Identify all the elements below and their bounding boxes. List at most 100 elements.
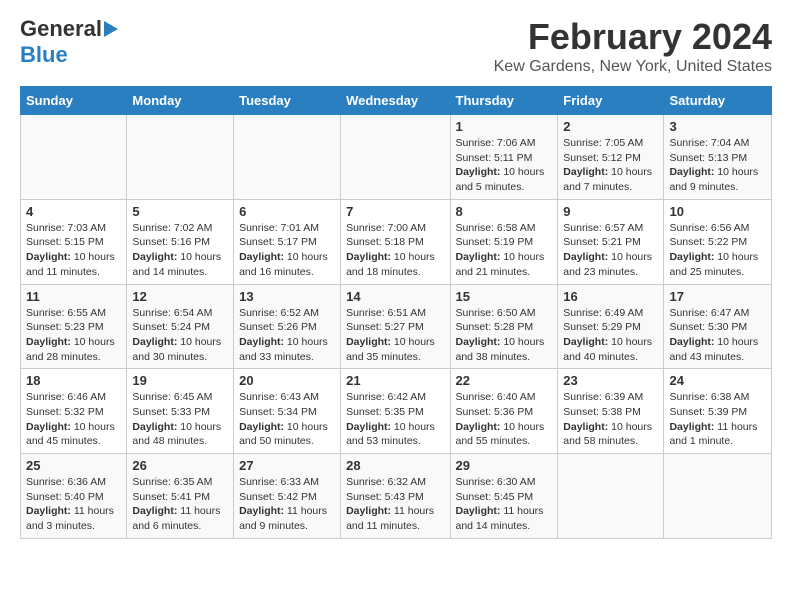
week-row-5: 25 Sunrise: 6:36 AMSunset: 5:40 PMDayligh… <box>21 454 772 539</box>
header-saturday: Saturday <box>664 87 772 115</box>
day-info: Sunrise: 6:42 AMSunset: 5:35 PMDaylight:… <box>346 390 444 449</box>
day-number: 4 <box>26 204 121 219</box>
header-wednesday: Wednesday <box>341 87 450 115</box>
calendar-cell <box>558 454 664 539</box>
calendar-cell: 21 Sunrise: 6:42 AMSunset: 5:35 PMDayligh… <box>341 369 450 454</box>
day-number: 25 <box>26 458 121 473</box>
header-friday: Friday <box>558 87 664 115</box>
calendar-cell: 22 Sunrise: 6:40 AMSunset: 5:36 PMDayligh… <box>450 369 558 454</box>
day-info: Sunrise: 6:49 AMSunset: 5:29 PMDaylight:… <box>563 306 658 365</box>
day-number: 15 <box>456 289 553 304</box>
day-info: Sunrise: 6:51 AMSunset: 5:27 PMDaylight:… <box>346 306 444 365</box>
day-number: 5 <box>132 204 228 219</box>
day-info: Sunrise: 7:02 AMSunset: 5:16 PMDaylight:… <box>132 221 228 280</box>
calendar-cell: 4 Sunrise: 7:03 AMSunset: 5:15 PMDaylight… <box>21 199 127 284</box>
calendar-cell: 10 Sunrise: 6:56 AMSunset: 5:22 PMDayligh… <box>664 199 772 284</box>
day-number: 20 <box>239 373 335 388</box>
week-row-4: 18 Sunrise: 6:46 AMSunset: 5:32 PMDayligh… <box>21 369 772 454</box>
day-number: 29 <box>456 458 553 473</box>
day-info: Sunrise: 6:40 AMSunset: 5:36 PMDaylight:… <box>456 390 553 449</box>
calendar-cell <box>21 115 127 200</box>
day-info: Sunrise: 6:46 AMSunset: 5:32 PMDaylight:… <box>26 390 121 449</box>
day-info: Sunrise: 7:03 AMSunset: 5:15 PMDaylight:… <box>26 221 121 280</box>
header-tuesday: Tuesday <box>234 87 341 115</box>
day-info: Sunrise: 6:50 AMSunset: 5:28 PMDaylight:… <box>456 306 553 365</box>
day-number: 23 <box>563 373 658 388</box>
calendar-cell: 14 Sunrise: 6:51 AMSunset: 5:27 PMDayligh… <box>341 284 450 369</box>
calendar-cell: 9 Sunrise: 6:57 AMSunset: 5:21 PMDaylight… <box>558 199 664 284</box>
day-number: 18 <box>26 373 121 388</box>
day-number: 3 <box>669 119 766 134</box>
logo: General Blue <box>20 16 118 68</box>
page-header: General Blue February 2024 Kew Gardens, … <box>20 16 772 76</box>
day-number: 13 <box>239 289 335 304</box>
day-info: Sunrise: 6:47 AMSunset: 5:30 PMDaylight:… <box>669 306 766 365</box>
day-info: Sunrise: 6:39 AMSunset: 5:38 PMDaylight:… <box>563 390 658 449</box>
calendar-cell: 3 Sunrise: 7:04 AMSunset: 5:13 PMDaylight… <box>664 115 772 200</box>
day-info: Sunrise: 7:06 AMSunset: 5:11 PMDaylight:… <box>456 136 553 195</box>
week-row-1: 1Sunrise: 7:06 AMSunset: 5:11 PMDaylight… <box>21 115 772 200</box>
day-info: Sunrise: 6:30 AMSunset: 5:45 PMDaylight:… <box>456 475 553 534</box>
calendar-cell: 12Sunrise: 6:54 AMSunset: 5:24 PMDayligh… <box>127 284 234 369</box>
calendar-subtitle: Kew Gardens, New York, United States <box>494 58 772 76</box>
header-thursday: Thursday <box>450 87 558 115</box>
day-number: 16 <box>563 289 658 304</box>
calendar-cell: 17Sunrise: 6:47 AMSunset: 5:30 PMDayligh… <box>664 284 772 369</box>
calendar-cell <box>234 115 341 200</box>
calendar-cell: 27 Sunrise: 6:33 AMSunset: 5:42 PMDayligh… <box>234 454 341 539</box>
header-row: SundayMondayTuesdayWednesdayThursdayFrid… <box>21 87 772 115</box>
week-row-2: 4 Sunrise: 7:03 AMSunset: 5:15 PMDaylight… <box>21 199 772 284</box>
day-number: 6 <box>239 204 335 219</box>
calendar-cell: 6Sunrise: 7:01 AMSunset: 5:17 PMDaylight… <box>234 199 341 284</box>
day-info: Sunrise: 6:45 AMSunset: 5:33 PMDaylight:… <box>132 390 228 449</box>
day-number: 28 <box>346 458 444 473</box>
logo-general: General <box>20 16 102 42</box>
calendar-cell: 25 Sunrise: 6:36 AMSunset: 5:40 PMDayligh… <box>21 454 127 539</box>
calendar-cell: 20 Sunrise: 6:43 AMSunset: 5:34 PMDayligh… <box>234 369 341 454</box>
day-number: 8 <box>456 204 553 219</box>
day-number: 19 <box>132 373 228 388</box>
day-info: Sunrise: 7:05 AMSunset: 5:12 PMDaylight:… <box>563 136 658 195</box>
day-info: Sunrise: 6:35 AMSunset: 5:41 PMDaylight:… <box>132 475 228 534</box>
day-number: 14 <box>346 289 444 304</box>
day-number: 11 <box>26 289 121 304</box>
calendar-cell: 29 Sunrise: 6:30 AMSunset: 5:45 PMDayligh… <box>450 454 558 539</box>
logo-blue: Blue <box>20 42 68 68</box>
day-number: 7 <box>346 204 444 219</box>
day-number: 9 <box>563 204 658 219</box>
day-info: Sunrise: 7:00 AMSunset: 5:18 PMDaylight:… <box>346 221 444 280</box>
day-number: 10 <box>669 204 766 219</box>
title-block: February 2024 Kew Gardens, New York, Uni… <box>494 16 772 76</box>
calendar-cell: 11 Sunrise: 6:55 AMSunset: 5:23 PMDayligh… <box>21 284 127 369</box>
day-info: Sunrise: 6:36 AMSunset: 5:40 PMDaylight:… <box>26 475 121 534</box>
day-info: Sunrise: 6:58 AMSunset: 5:19 PMDaylight:… <box>456 221 553 280</box>
calendar-cell: 16 Sunrise: 6:49 AMSunset: 5:29 PMDayligh… <box>558 284 664 369</box>
day-info: Sunrise: 6:54 AMSunset: 5:24 PMDaylight:… <box>132 306 228 365</box>
day-number: 2 <box>563 119 658 134</box>
day-info: Sunrise: 6:38 AMSunset: 5:39 PMDaylight:… <box>669 390 766 449</box>
day-info: Sunrise: 6:52 AMSunset: 5:26 PMDaylight:… <box>239 306 335 365</box>
calendar-cell <box>341 115 450 200</box>
calendar-cell: 19 Sunrise: 6:45 AMSunset: 5:33 PMDayligh… <box>127 369 234 454</box>
week-row-3: 11 Sunrise: 6:55 AMSunset: 5:23 PMDayligh… <box>21 284 772 369</box>
calendar-cell: 7 Sunrise: 7:00 AMSunset: 5:18 PMDaylight… <box>341 199 450 284</box>
calendar-title: February 2024 <box>494 16 772 58</box>
day-info: Sunrise: 6:32 AMSunset: 5:43 PMDaylight:… <box>346 475 444 534</box>
day-number: 22 <box>456 373 553 388</box>
day-number: 27 <box>239 458 335 473</box>
day-info: Sunrise: 6:56 AMSunset: 5:22 PMDaylight:… <box>669 221 766 280</box>
calendar-cell: 8 Sunrise: 6:58 AMSunset: 5:19 PMDaylight… <box>450 199 558 284</box>
calendar-cell: 2 Sunrise: 7:05 AMSunset: 5:12 PMDaylight… <box>558 115 664 200</box>
calendar-cell: 15 Sunrise: 6:50 AMSunset: 5:28 PMDayligh… <box>450 284 558 369</box>
day-info: Sunrise: 6:55 AMSunset: 5:23 PMDaylight:… <box>26 306 121 365</box>
day-info: Sunrise: 6:43 AMSunset: 5:34 PMDaylight:… <box>239 390 335 449</box>
day-number: 21 <box>346 373 444 388</box>
calendar-cell: 1Sunrise: 7:06 AMSunset: 5:11 PMDaylight… <box>450 115 558 200</box>
header-sunday: Sunday <box>21 87 127 115</box>
day-info: Sunrise: 6:57 AMSunset: 5:21 PMDaylight:… <box>563 221 658 280</box>
calendar-cell: 26Sunrise: 6:35 AMSunset: 5:41 PMDayligh… <box>127 454 234 539</box>
day-info: Sunrise: 7:04 AMSunset: 5:13 PMDaylight:… <box>669 136 766 195</box>
day-info: Sunrise: 6:33 AMSunset: 5:42 PMDaylight:… <box>239 475 335 534</box>
calendar-cell <box>127 115 234 200</box>
calendar-table: SundayMondayTuesdayWednesdayThursdayFrid… <box>20 86 772 539</box>
